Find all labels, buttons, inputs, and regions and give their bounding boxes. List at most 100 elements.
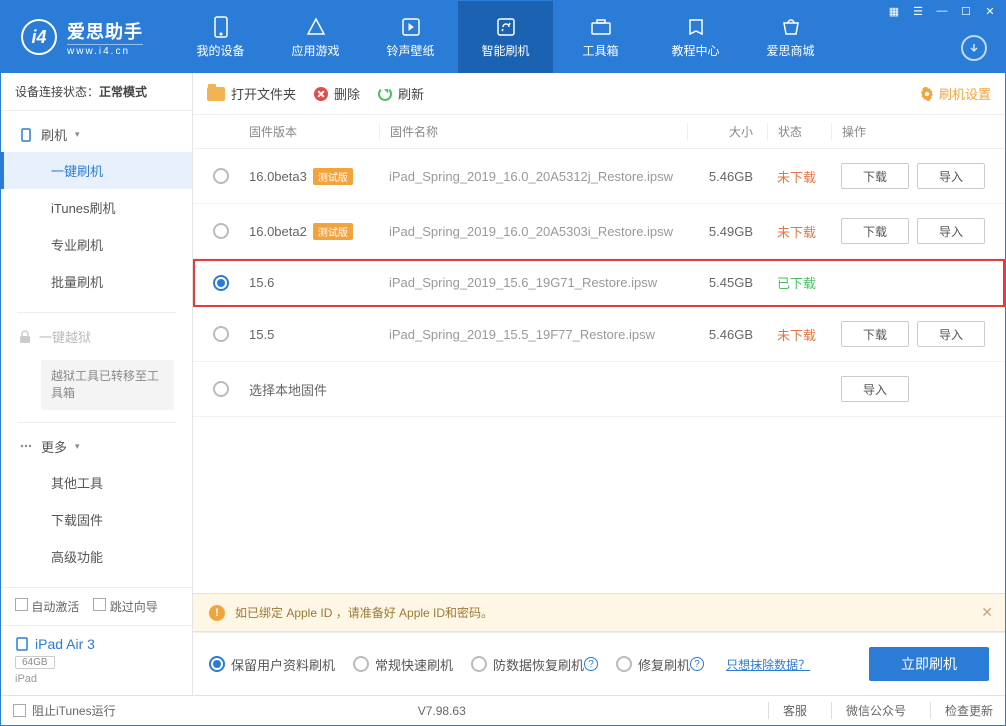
cell-ops: 下载导入 (831, 321, 991, 347)
conn-mode: 正常模式 (99, 85, 147, 99)
sidebar-item[interactable]: 一键刷机 (1, 152, 192, 189)
import-button[interactable]: 导入 (917, 218, 985, 244)
download-button[interactable]: 下载 (841, 218, 909, 244)
device-info: iPad Air 3 64GB iPad (1, 625, 192, 695)
window-controls: ▦ ☰ — ☐ ✕ (883, 3, 1001, 19)
opt-keep-data[interactable]: 保留用户资料刷机 (209, 655, 335, 674)
grid-icon[interactable]: ▦ (883, 3, 905, 19)
sidebar-item[interactable]: 批量刷机 (1, 263, 192, 300)
sidebar-group-more[interactable]: 更多 ▾ (1, 429, 192, 464)
chevron-down-icon: ▾ (75, 129, 80, 140)
help-icon[interactable]: ? (584, 657, 598, 671)
close-notice-icon[interactable]: ✕ (981, 604, 993, 621)
cell-version: 15.6 (249, 275, 379, 290)
auto-activate-checkbox[interactable]: 自动激活 (15, 598, 79, 615)
cell-local: 选择本地固件 (249, 380, 379, 399)
jailbreak-note: 越狱工具已转移至工具箱 (41, 360, 174, 410)
radio-icon[interactable] (213, 326, 229, 342)
sidebar-item[interactable]: iTunes刷机 (1, 189, 192, 226)
delete-icon (314, 87, 328, 101)
opt-anti-recovery[interactable]: 防数据恢复刷机? (471, 655, 598, 674)
refresh-button[interactable]: 刷新 (378, 84, 424, 103)
main-area: 打开文件夹 删除 刷新 刷机设置 固件版本 固件名称 大小 状态 操作 (193, 73, 1005, 695)
import-button[interactable]: 导入 (841, 376, 909, 402)
opt-normal-fast[interactable]: 常规快速刷机 (353, 655, 453, 674)
firmware-row[interactable]: 15.6 iPad_Spring_2019_15.6_19G71_Restore… (193, 259, 1005, 307)
cell-version: 16.0beta2测试版 (249, 223, 379, 240)
sidebar: 设备连接状态：正常模式 刷机 ▾ 一键刷机iTunes刷机专业刷机批量刷机 一键… (1, 73, 193, 695)
block-itunes-checkbox[interactable]: 阻止iTunes运行 (13, 702, 116, 719)
col-size: 大小 (687, 123, 767, 140)
cell-status: 未下载 (767, 167, 831, 186)
nav-tab[interactable]: 爱思商城 (743, 1, 838, 73)
flash-settings-button[interactable]: 刷机设置 (920, 84, 991, 103)
firmware-row[interactable]: 15.5 iPad_Spring_2019_15.5_19F77_Restore… (193, 307, 1005, 362)
firmware-row[interactable]: 16.0beta2测试版 iPad_Spring_2019_16.0_20A53… (193, 204, 1005, 259)
download-button[interactable]: 下载 (841, 163, 909, 189)
opt-repair[interactable]: 修复刷机? (616, 655, 704, 674)
help-icon[interactable]: ? (690, 657, 704, 671)
delete-button[interactable]: 删除 (314, 84, 360, 103)
radio-icon[interactable] (213, 275, 229, 291)
import-button[interactable]: 导入 (917, 321, 985, 347)
nav-icon (303, 16, 329, 38)
local-firmware-row[interactable]: 选择本地固件 导入 (193, 362, 1005, 417)
radio-icon[interactable] (213, 223, 229, 239)
device-type: iPad (15, 673, 178, 685)
open-folder-button[interactable]: 打开文件夹 (207, 84, 296, 103)
action-bar: 保留用户资料刷机 常规快速刷机 防数据恢复刷机? 修复刷机? 只想抹除数据？ 立… (193, 632, 1005, 695)
nav-tab[interactable]: 应用游戏 (268, 1, 363, 73)
sidebar-item[interactable]: 其他工具 (1, 464, 192, 501)
import-button[interactable]: 导入 (917, 163, 985, 189)
lock-icon (19, 330, 31, 344)
cell-size: 5.45GB (687, 275, 767, 290)
cell-filename: iPad_Spring_2019_16.0_20A5303i_Restore.i… (379, 224, 687, 239)
maximize-icon[interactable]: ☐ (955, 3, 977, 19)
tablet-icon (15, 637, 29, 651)
radio-icon[interactable] (213, 168, 229, 184)
cell-status: 未下载 (767, 325, 831, 344)
nav-icon (493, 16, 519, 38)
version-label: V7.98.63 (140, 704, 744, 718)
folder-icon (207, 87, 225, 101)
close-icon[interactable]: ✕ (979, 3, 1001, 19)
chevron-down-icon: ▾ (75, 441, 80, 452)
download-button[interactable]: 下载 (841, 321, 909, 347)
sidebar-group-flash[interactable]: 刷机 ▾ (1, 117, 192, 152)
nav-tab[interactable]: 工具箱 (553, 1, 648, 73)
radio-icon[interactable] (213, 381, 229, 397)
cell-status: 已下载 (767, 273, 831, 292)
nav-tab[interactable]: 教程中心 (648, 1, 743, 73)
nav-tab[interactable]: 我的设备 (173, 1, 268, 73)
nav-icon (208, 16, 234, 38)
cell-filename: iPad_Spring_2019_16.0_20A5312j_Restore.i… (379, 169, 687, 184)
skip-wizard-checkbox[interactable]: 跳过向导 (93, 598, 157, 615)
nav-tab[interactable]: 铃声壁纸 (363, 1, 458, 73)
cell-filename: iPad_Spring_2019_15.5_19F77_Restore.ipsw (379, 327, 687, 342)
statusbar: 阻止iTunes运行 V7.98.63 客服 微信公众号 检查更新 (1, 695, 1005, 725)
logo[interactable]: i4 爱思助手 www.i4.cn (1, 18, 163, 57)
cell-size: 5.49GB (687, 224, 767, 239)
device-capacity: 64GB (15, 656, 55, 669)
nav-icon (398, 16, 424, 38)
download-circle-icon[interactable] (961, 35, 987, 61)
check-update-link[interactable]: 检查更新 (930, 702, 993, 719)
nav-tab[interactable]: 智能刷机 (458, 1, 553, 73)
erase-data-link[interactable]: 只想抹除数据？ (726, 656, 810, 673)
customer-service-link[interactable]: 客服 (768, 702, 807, 719)
list-icon[interactable]: ☰ (907, 3, 929, 19)
nav-icon (778, 16, 804, 38)
col-ops: 操作 (831, 123, 991, 140)
wechat-link[interactable]: 微信公众号 (831, 702, 906, 719)
device-name[interactable]: iPad Air 3 (15, 636, 178, 652)
sidebar-item[interactable]: 下载固件 (1, 501, 192, 538)
flash-now-button[interactable]: 立即刷机 (869, 647, 989, 681)
sidebar-item[interactable]: 高级功能 (1, 538, 192, 575)
minimize-icon[interactable]: — (931, 3, 953, 19)
conn-prefix: 设备连接状态： (15, 85, 99, 99)
col-name: 固件名称 (379, 123, 687, 140)
sidebar-item[interactable]: 专业刷机 (1, 226, 192, 263)
cell-version: 15.5 (249, 327, 379, 342)
col-version: 固件版本 (249, 123, 379, 140)
firmware-row[interactable]: 16.0beta3测试版 iPad_Spring_2019_16.0_20A53… (193, 149, 1005, 204)
